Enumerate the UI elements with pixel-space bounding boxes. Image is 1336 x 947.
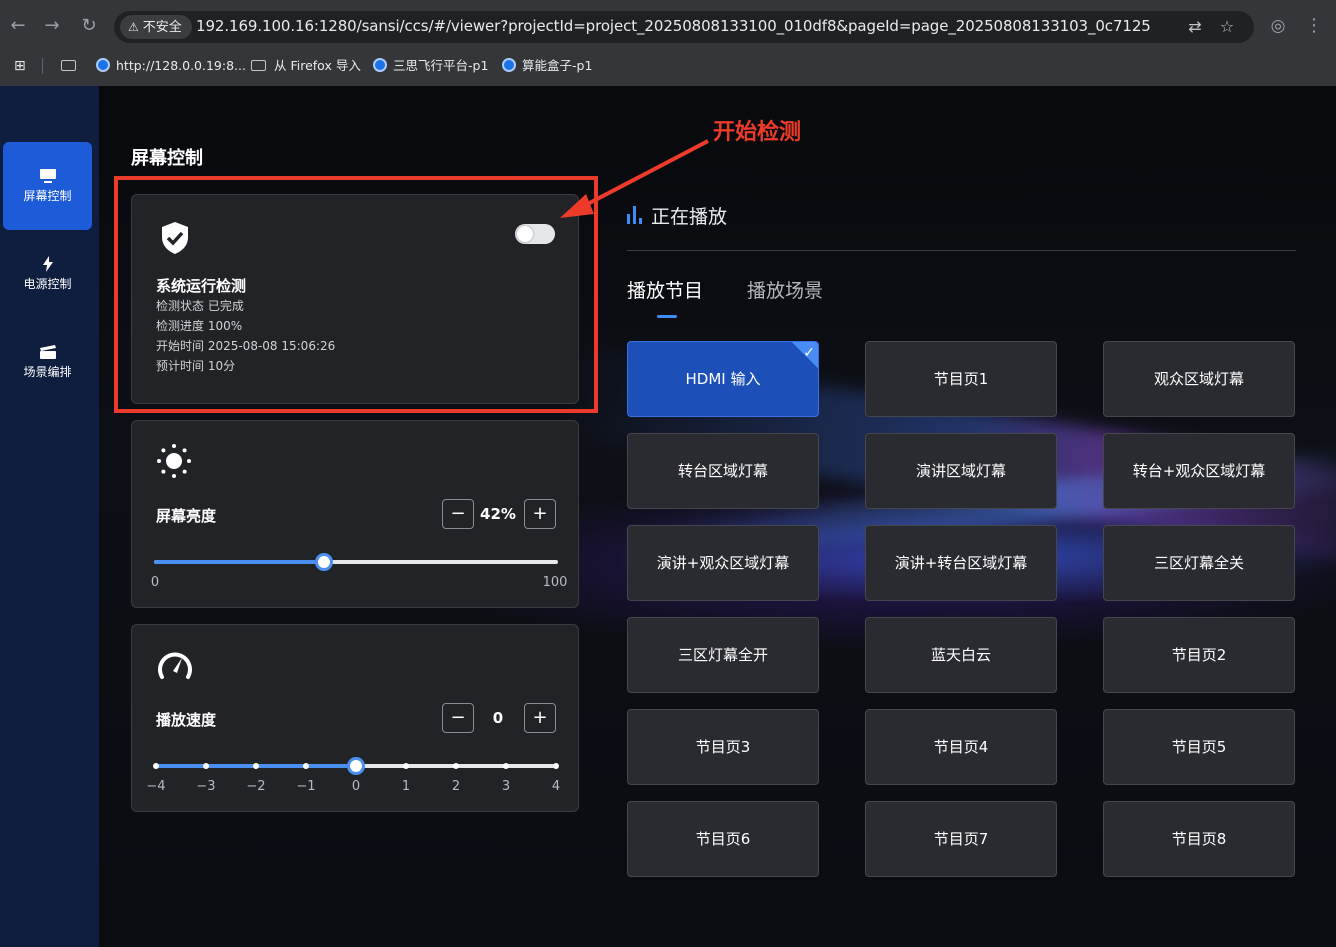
program-button[interactable]: 转台+观众区域灯幕 [1103, 433, 1295, 509]
bookmark-star-icon[interactable]: ☆ [1216, 16, 1238, 38]
speed-card: 播放速度 − 0 + −4 −3 −2 −1 0 1 2 3 4 [131, 624, 579, 812]
brightness-max-label: 100 [542, 575, 568, 590]
program-button-label: 演讲+观众区域灯幕 [656, 554, 790, 572]
speed-step-dot [303, 763, 309, 769]
speed-tick-label: 2 [451, 779, 461, 794]
speed-tick-label: −4 [146, 779, 166, 794]
brightness-slider[interactable] [154, 560, 558, 564]
program-button-label: 转台+观众区域灯幕 [1132, 462, 1266, 480]
program-button-label: 节目页6 [695, 830, 751, 848]
brightness-title: 屏幕亮度 [156, 507, 217, 525]
program-button-label: 节目页5 [1171, 738, 1227, 756]
site-favicon-icon [96, 58, 110, 72]
program-button-label: 转台区域灯幕 [677, 462, 768, 480]
program-button[interactable]: 转台区域灯幕 [627, 433, 819, 509]
reload-icon[interactable]: ↻ [77, 14, 101, 38]
program-button[interactable]: 节目页3 [627, 709, 819, 785]
url-text[interactable]: 192.169.100.16:1280/sansi/ccs/#/viewer?p… [196, 17, 1151, 35]
speed-slider-thumb[interactable] [347, 757, 365, 775]
app-viewport: 屏幕控制 电源控制 场景编排 屏幕控制 系统运行检测 检测状态 已完成 检测进度… [0, 86, 1336, 947]
speed-value: 0 [492, 709, 504, 727]
program-button[interactable]: 节目页5 [1103, 709, 1295, 785]
forward-icon[interactable]: → [40, 14, 64, 38]
program-button[interactable]: 节目页8 [1103, 801, 1295, 877]
program-button-label: 节目页4 [933, 738, 989, 756]
program-button[interactable]: 节目页7 [865, 801, 1057, 877]
brightness-slider-thumb[interactable] [314, 553, 333, 571]
speed-tick-label: 3 [501, 779, 511, 794]
brightness-slider-fill [154, 560, 324, 564]
speed-step-dot [503, 763, 509, 769]
bookmarks-folder-icon[interactable] [61, 56, 84, 76]
address-bar[interactable]: ⚠ 不安全 192.169.100.16:1280/sansi/ccs/#/vie… [114, 11, 1254, 43]
speed-tick-label: 1 [401, 779, 411, 794]
apps-grid-icon[interactable]: ⊞ [14, 56, 26, 76]
program-button[interactable]: 三区灯幕全关 [1103, 525, 1295, 601]
warning-icon: ⚠ [128, 20, 139, 34]
folder-icon [251, 60, 266, 71]
bookmark-label: http://128.0.0.19:8... [116, 58, 246, 73]
speed-tick-label: 0 [351, 779, 361, 794]
program-button[interactable]: 演讲+转台区域灯幕 [865, 525, 1057, 601]
browser-toolbar: ← → ↻ ⚠ 不安全 192.169.100.16:1280/sansi/ccs… [0, 0, 1336, 52]
browser-chrome: ← → ↻ ⚠ 不安全 192.169.100.16:1280/sansi/ccs… [0, 0, 1336, 86]
speed-decrease-button[interactable]: − [442, 703, 474, 733]
program-button[interactable]: 演讲+观众区域灯幕 [627, 525, 819, 601]
program-button-label: 蓝天白云 [930, 646, 991, 664]
brightness-increase-button[interactable]: + [524, 499, 556, 529]
program-button-label: 演讲区域灯幕 [915, 462, 1006, 480]
bookmark-4[interactable]: 算能盒子-p1 [502, 56, 592, 76]
site-favicon-icon [373, 58, 387, 72]
security-label: 不安全 [142, 20, 182, 35]
speed-step-dot [203, 763, 209, 769]
speed-step-dot [453, 763, 459, 769]
program-button[interactable]: 蓝天白云 [865, 617, 1057, 693]
back-icon[interactable]: ← [6, 14, 30, 38]
bookmark-3[interactable]: 三思飞行平台-p1 [373, 56, 488, 76]
program-button-label: 节目页3 [695, 738, 751, 756]
bookmark-label: 算能盒子-p1 [522, 58, 593, 73]
program-button-label: 节目页8 [1171, 830, 1227, 848]
program-button-label: 演讲+转台区域灯幕 [894, 554, 1028, 572]
speed-step-dot [403, 763, 409, 769]
translate-icon[interactable]: ⇄ [1184, 16, 1206, 38]
program-button[interactable]: 三区灯幕全开 [627, 617, 819, 693]
site-favicon-icon [502, 58, 516, 72]
speedometer-icon [156, 649, 194, 685]
speed-increase-button[interactable]: + [524, 703, 556, 733]
menu-kebab-icon[interactable]: ⋮ [1302, 14, 1326, 38]
bookmark-2[interactable]: 从 Firefox 导入 [251, 56, 361, 76]
speed-tick-label: −3 [196, 779, 216, 794]
brightness-min-label: 0 [150, 575, 160, 590]
bookmark-label: 从 Firefox 导入 [274, 58, 361, 73]
program-button[interactable]: 节目页2 [1103, 617, 1295, 693]
bookmark-label: 三思飞行平台-p1 [393, 58, 489, 73]
program-button[interactable]: 演讲区域灯幕 [865, 433, 1057, 509]
program-button[interactable]: 节目页4 [865, 709, 1057, 785]
brightness-card: 屏幕亮度 − 42% + 0 100 [131, 420, 579, 608]
bookmark-1[interactable]: http://128.0.0.19:8... [96, 56, 246, 76]
profile-icon[interactable]: ◎ [1266, 14, 1290, 38]
sun-icon [156, 443, 192, 483]
program-button-label: 三区灯幕全开 [677, 646, 768, 664]
bookmarks-bar: ⊞ http://128.0.0.19:8... 从 Firefox 导入 三思… [0, 52, 1336, 80]
brightness-value: 42% [480, 505, 516, 523]
security-chip[interactable]: ⚠ 不安全 [120, 15, 192, 39]
speed-tick-label: 4 [551, 779, 561, 794]
speed-step-dot [253, 763, 259, 769]
speed-step-dot [553, 763, 559, 769]
speed-title: 播放速度 [156, 711, 217, 729]
program-button-label: 节目页7 [933, 830, 989, 848]
annotation-arrow [560, 139, 709, 218]
brightness-decrease-button[interactable]: − [442, 499, 474, 529]
program-button-label: 节目页2 [1171, 646, 1227, 664]
speed-tick-label: −2 [246, 779, 266, 794]
program-button-label: 三区灯幕全关 [1153, 554, 1244, 572]
bookmarks-separator [42, 58, 43, 74]
speed-step-dot [153, 763, 159, 769]
speed-tick-label: −1 [296, 779, 316, 794]
program-button[interactable]: 节目页6 [627, 801, 819, 877]
